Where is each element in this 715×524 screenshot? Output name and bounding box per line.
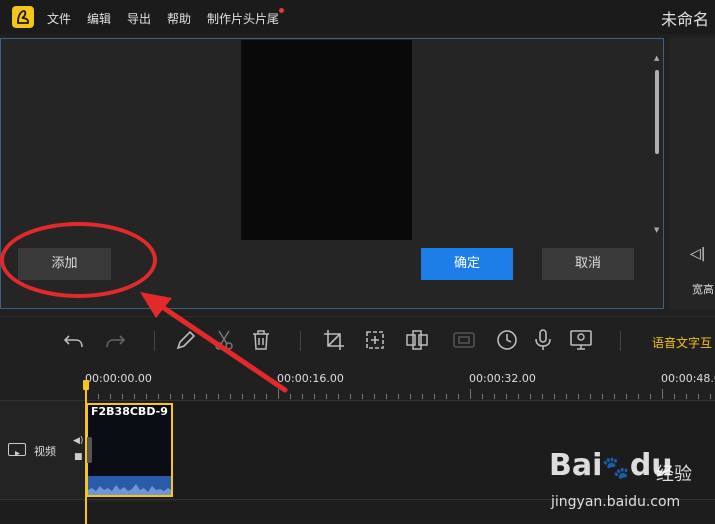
scissors-icon[interactable]	[212, 328, 236, 352]
clip-name: F2B38CBD-9	[91, 405, 168, 418]
video-preview	[241, 40, 412, 240]
menu-edit[interactable]: 编辑	[87, 10, 111, 27]
crop-icon[interactable]	[322, 328, 346, 352]
highlight-ellipse	[0, 222, 157, 298]
record-screen-icon[interactable]	[569, 328, 593, 352]
previous-frame-icon[interactable]: ◁|	[690, 246, 705, 262]
delete-icon[interactable]	[249, 328, 273, 352]
lock-icon[interactable]: ■	[74, 452, 83, 462]
freeze-frame-icon[interactable]	[452, 328, 476, 352]
tick-label: 00:00:00.00	[85, 372, 152, 385]
undo-icon[interactable]	[62, 328, 86, 352]
speech-to-text-button[interactable]: 语音文字互	[652, 334, 712, 351]
split-screen-icon[interactable]	[405, 328, 429, 352]
speed-icon[interactable]	[495, 328, 519, 352]
scroll-up-icon[interactable]: ▲	[654, 54, 659, 62]
video-track-icon	[8, 443, 26, 456]
watermark-text: 经验	[656, 464, 692, 485]
mosaic-icon[interactable]	[363, 328, 387, 352]
toolbar-divider	[620, 331, 621, 351]
confirm-button[interactable]: 确定	[421, 248, 513, 280]
menu-file[interactable]: 文件	[47, 10, 71, 27]
tick-label: 00:00:48.00	[661, 372, 715, 385]
video-track-label: 视频	[34, 445, 56, 458]
record-audio-icon[interactable]	[531, 328, 555, 352]
playhead[interactable]	[85, 380, 87, 524]
redo-icon[interactable]	[103, 328, 127, 352]
scrollbar-thumb[interactable]	[655, 70, 659, 154]
aspect-ratio-label[interactable]: 宽高	[692, 281, 714, 297]
cancel-button[interactable]: 取消	[542, 248, 634, 280]
menu-intro-outro[interactable]: 制作片头片尾	[207, 10, 279, 27]
tick-label: 00:00:16.00	[277, 372, 344, 385]
baidu-logo: Bai🐾du	[549, 448, 673, 483]
scroll-down-icon[interactable]: ▼	[654, 226, 659, 234]
toolbar-divider	[300, 331, 301, 351]
ruler-ticks	[86, 389, 711, 399]
menu-export[interactable]: 导出	[127, 10, 151, 27]
right-panel	[669, 38, 715, 309]
paw-icon: 🐾	[602, 456, 630, 481]
playhead-handle[interactable]	[83, 380, 89, 390]
app-logo-icon	[12, 6, 34, 28]
project-title: 未命名	[660, 10, 709, 29]
watermark-url: jingyan.baidu.com	[551, 494, 681, 510]
menu-help[interactable]: 帮助	[167, 10, 191, 27]
volume-icon[interactable]: ◀)	[73, 436, 83, 446]
edit-icon[interactable]	[174, 328, 198, 352]
notification-dot	[279, 8, 284, 13]
toolbar-divider	[154, 331, 155, 351]
audio-waveform	[88, 476, 171, 495]
tick-label: 00:00:32.00	[469, 372, 536, 385]
